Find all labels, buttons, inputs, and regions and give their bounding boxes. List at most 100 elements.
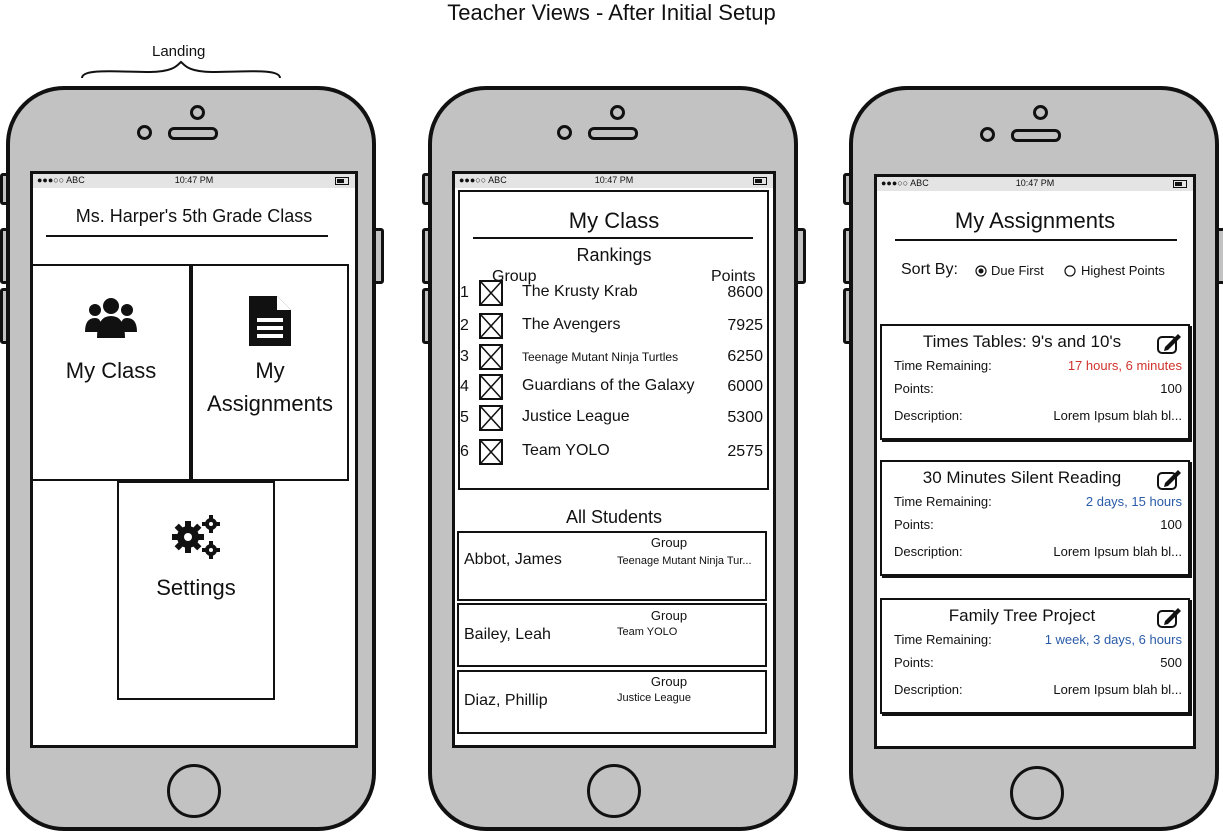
screen-title: My Class [568, 208, 660, 233]
status-time: 10:47 PM [1015, 178, 1055, 188]
group-label: Group [650, 674, 688, 689]
phone-my-class: ●●●○○ ABC 10:47 PM My Class Rankings Gro… [428, 86, 798, 831]
description-label: Description: [894, 544, 963, 559]
student-row[interactable]: Diaz, Phillip Group Justice League [457, 670, 767, 734]
home-button[interactable] [587, 764, 641, 818]
phone-camera [190, 105, 205, 120]
status-time: 10:47 PM [174, 175, 214, 185]
student-name: Bailey, Leah [464, 626, 551, 643]
settings-label: Settings [156, 575, 236, 600]
student-group: Team YOLO [617, 626, 678, 638]
group-image-placeholder-icon [479, 439, 503, 465]
home-button[interactable] [1010, 766, 1064, 820]
time-remaining-label: Time Remaining: [894, 358, 992, 373]
settings-tile[interactable]: Settings [117, 481, 275, 700]
rank-group-name[interactable]: Teenage Mutant Ninja Turtles [522, 350, 678, 364]
description-label: Description: [894, 682, 963, 697]
assignment-card[interactable]: 30 Minutes Silent Reading Time Remaining:… [880, 460, 1190, 576]
curly-brace-annotation [81, 60, 281, 79]
student-row[interactable]: Abbot, James Group Teenage Mutant Ninja … [457, 531, 767, 601]
rank-points: 2575 [727, 443, 763, 460]
group-label: Group [650, 608, 688, 623]
sort-by-label: Sort By: [901, 261, 958, 278]
assignment-card[interactable]: Times Tables: 9's and 10's Time Remaining… [880, 324, 1190, 440]
battery-icon [1173, 180, 1187, 188]
student-group: Teenage Mutant Ninja Tur... [617, 555, 752, 567]
student-name: Diaz, Phillip [464, 692, 548, 709]
assignment-title: Family Tree Project [948, 606, 1096, 625]
rank-number: 4 [460, 378, 469, 395]
student-row[interactable]: Bailey, Leah Group Team YOLO [457, 603, 767, 667]
points-label: Points: [894, 655, 934, 670]
my-assignments-label-line1: My [255, 358, 285, 383]
my-assignments-tile[interactable]: My Assignments [191, 264, 349, 481]
class-title: Ms. Harper's 5th Grade Class [75, 206, 313, 226]
points-label: Points: [894, 381, 934, 396]
phone-my-assignments: ●●●○○ ABC 10:47 PM My Assignments Sort B… [849, 86, 1219, 831]
status-bar: ●●●○○ ABC 10:47 PM [877, 177, 1193, 191]
group-image-placeholder-icon [479, 280, 503, 306]
time-remaining-value: 2 days, 15 hours [1085, 494, 1182, 509]
rank-number: 3 [460, 348, 469, 365]
battery-icon [753, 177, 767, 185]
status-bar: ●●●○○ ABC 10:47 PM [33, 174, 355, 188]
rank-points: 6000 [727, 378, 763, 395]
description-value: Lorem Ipsum blah bl... [1053, 408, 1182, 423]
phone-sensor [557, 125, 572, 140]
points-value: 100 [1160, 517, 1182, 532]
status-bar: ●●●○○ ABC 10:47 PM [455, 174, 773, 188]
my-class-screen: ●●●○○ ABC 10:47 PM My Class Rankings Gro… [452, 171, 776, 748]
assignment-title: Times Tables: 9's and 10's [922, 332, 1122, 351]
battery-icon [335, 177, 349, 185]
my-assignments-screen: ●●●○○ ABC 10:47 PM My Assignments Sort B… [874, 174, 1196, 749]
page-title: Teacher Views - After Initial Setup [447, 0, 776, 25]
phone-speaker [588, 127, 638, 140]
phone-sensor [980, 127, 995, 142]
phone-sensor [137, 125, 152, 140]
rank-group-name[interactable]: Team YOLO [522, 442, 610, 460]
status-time: 10:47 PM [594, 175, 634, 185]
points-value: 500 [1160, 655, 1182, 670]
edit-icon[interactable] [1156, 333, 1182, 355]
description-label: Description: [894, 408, 963, 423]
points-value: 100 [1160, 381, 1182, 396]
rank-group-name[interactable]: Guardians of the Galaxy [522, 377, 695, 395]
phone-landing: ●●●○○ ABC 10:47 PM Ms. Harper's 5th Grad… [6, 86, 376, 831]
title-underline [473, 237, 753, 239]
rank-group-name[interactable]: Justice League [522, 408, 630, 426]
assignment-card[interactable]: Family Tree Project Time Remaining: 1 week… [880, 598, 1190, 714]
sort-option-label: Due First [991, 263, 1044, 278]
rank-number: 1 [460, 284, 469, 301]
edit-icon[interactable] [1156, 469, 1182, 491]
student-group: Justice League [617, 692, 691, 704]
time-remaining-value: 1 week, 3 days, 6 hours [1044, 632, 1182, 647]
my-class-label: My Class [65, 358, 157, 383]
description-value: Lorem Ipsum blah bl... [1053, 682, 1182, 697]
description-value: Lorem Ipsum blah bl... [1053, 544, 1182, 559]
title-underline [895, 239, 1177, 241]
title-underline [46, 235, 328, 237]
phone-camera [1033, 105, 1048, 120]
group-image-placeholder-icon [479, 313, 503, 339]
phone-speaker [1011, 129, 1061, 142]
landing-screen: ●●●○○ ABC 10:47 PM Ms. Harper's 5th Grad… [30, 171, 358, 748]
edit-icon[interactable] [1156, 607, 1182, 629]
rankings-heading: Rankings [576, 245, 652, 265]
assignment-title: 30 Minutes Silent Reading [922, 468, 1122, 487]
document-icon [249, 296, 291, 346]
rank-group-name[interactable]: The Krusty Krab [522, 283, 638, 301]
rank-group-name[interactable]: The Avengers [522, 316, 620, 334]
radio-unselected-icon [1064, 265, 1076, 277]
landing-label: Landing [152, 43, 206, 60]
gears-icon [172, 515, 220, 559]
rank-points: 5300 [727, 409, 763, 426]
phone-speaker [168, 127, 218, 140]
rank-number: 5 [460, 409, 469, 426]
home-button[interactable] [167, 764, 221, 818]
time-remaining-label: Time Remaining: [894, 494, 992, 509]
my-class-tile[interactable]: My Class [33, 264, 191, 481]
time-remaining-label: Time Remaining: [894, 632, 992, 647]
rank-points: 6250 [727, 348, 763, 365]
sort-option-label: Highest Points [1081, 263, 1165, 278]
group-image-placeholder-icon [479, 374, 503, 400]
